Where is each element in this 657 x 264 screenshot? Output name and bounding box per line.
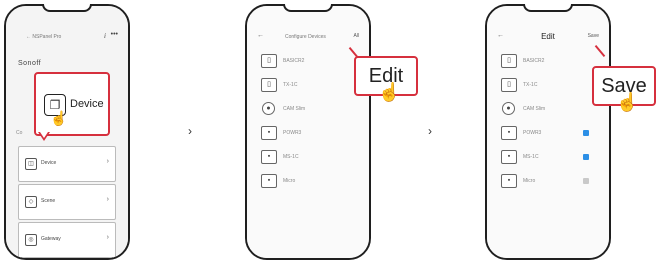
device-name: MS-1C [283, 154, 299, 160]
chevron-right-icon: › [106, 234, 109, 241]
camera-icon: ● [262, 102, 275, 115]
sensor-icon: ▪ [501, 150, 517, 164]
power-icon: ▪ [501, 126, 517, 140]
device-name: BASICR2 [283, 58, 305, 64]
device-name: POWR3 [523, 130, 542, 136]
device-row[interactable]: ▪ POWR3 [259, 122, 353, 146]
phone-notch [523, 4, 573, 12]
device-name: Micro [283, 178, 296, 184]
power-icon: ▪ [261, 126, 277, 140]
brand-logo: Sonoff [18, 60, 42, 67]
callout-label: Device [70, 98, 104, 110]
card-label: Scene [41, 198, 56, 204]
callout-pointer-fill [40, 132, 48, 138]
phone-screen-3: ← Edit Save ▯ BASICR2 ▯ TX-1C ● CAM Slim… [487, 6, 609, 258]
top-bar: ← NSPanel Pro i ••• [16, 31, 118, 44]
device-row[interactable]: ▪ Micro [499, 170, 593, 194]
select-all-button[interactable]: All [353, 33, 359, 39]
device-row[interactable]: ▯ TX-1C [499, 74, 593, 98]
step-arrow-2: › [428, 124, 432, 138]
card-label: Gateway [41, 236, 61, 242]
device-card[interactable]: ◫ Device › [18, 146, 116, 182]
micro-icon: ▪ [261, 174, 277, 188]
save-button-callout[interactable]: Save ☝ [592, 66, 656, 112]
device-icon: ◫ [25, 158, 37, 170]
device-name: TX-1C [523, 82, 538, 88]
tap-hand-icon: ☝ [50, 110, 68, 126]
card-label: Device [41, 160, 57, 166]
phone-screen-2: ← Configure Devices All ▯ BASICR2 ▯ TX-1… [247, 6, 369, 258]
phone-frame-3: ← Edit Save ▯ BASICR2 ▯ TX-1C ● CAM Slim… [485, 4, 656, 260]
device-name: Micro [523, 178, 536, 184]
device-name: CAM Slim [283, 106, 306, 112]
back-link[interactable]: ← NSPanel Pro [26, 34, 61, 40]
phone-frame-1: ← NSPanel Pro i ••• Sonoff Co ◫ Device ›… [4, 4, 130, 260]
device-checkbox[interactable] [583, 130, 589, 136]
phone-frame-2: ← Configure Devices All ▯ BASICR2 ▯ TX-1… [245, 4, 418, 260]
gateway-card[interactable]: ◎ Gateway › [18, 222, 116, 258]
page-title: Edit [541, 32, 555, 41]
switch-icon: ▯ [501, 78, 517, 92]
device-name: TX-1C [283, 82, 298, 88]
camera-icon: ● [502, 102, 515, 115]
device-row[interactable]: ▯ TX-1C [259, 74, 353, 98]
device-row[interactable]: ▯ BASICR2 [259, 50, 353, 74]
sensor-icon: ▪ [261, 150, 277, 164]
back-arrow-icon[interactable]: ← [257, 32, 264, 39]
device-name: BASICR2 [523, 58, 545, 64]
tap-hand-icon: ☝ [616, 92, 639, 112]
device-name: MS-1C [523, 154, 539, 160]
tap-hand-icon: ☝ [378, 82, 401, 102]
device-checkbox[interactable] [583, 178, 589, 184]
more-icon[interactable]: ••• [111, 31, 118, 38]
scene-icon: ◇ [25, 196, 37, 208]
device-row[interactable]: ▪ Micro [259, 170, 353, 194]
device-checkbox[interactable] [583, 154, 589, 160]
section-label: Co [16, 130, 23, 136]
phone-notch [283, 4, 333, 12]
chevron-right-icon: › [106, 158, 109, 165]
device-row[interactable]: ▪ MS-1C [259, 146, 353, 170]
save-link[interactable]: Save [588, 33, 599, 39]
switch-icon: ▯ [261, 78, 277, 92]
device-row[interactable]: ▯ BASICR2 [499, 50, 593, 74]
page-title: Configure Devices [285, 34, 326, 40]
device-name: POWR3 [283, 130, 302, 136]
plug-icon: ▯ [261, 54, 277, 68]
chevron-right-icon: › [106, 196, 109, 203]
top-bar: ← Configure Devices All [257, 32, 359, 44]
edit-button-callout[interactable]: Edit ☝ [354, 56, 418, 102]
device-row[interactable]: ● CAM Slim [499, 98, 593, 122]
device-callout: ❐ Device ☝ [34, 72, 110, 136]
phone-notch [42, 4, 92, 12]
device-name: CAM Slim [523, 106, 546, 112]
gateway-icon: ◎ [25, 234, 37, 246]
device-row[interactable]: ▪ MS-1C [499, 146, 593, 170]
step-arrow-1: › [188, 124, 192, 138]
device-row[interactable]: ▪ POWR3 [499, 122, 593, 146]
scene-card[interactable]: ◇ Scene › [18, 184, 116, 220]
info-icon[interactable]: i [104, 32, 106, 40]
micro-icon: ▪ [501, 174, 517, 188]
plug-icon: ▯ [501, 54, 517, 68]
device-row[interactable]: ● CAM Slim [259, 98, 353, 122]
top-bar: ← Edit Save [497, 32, 599, 44]
